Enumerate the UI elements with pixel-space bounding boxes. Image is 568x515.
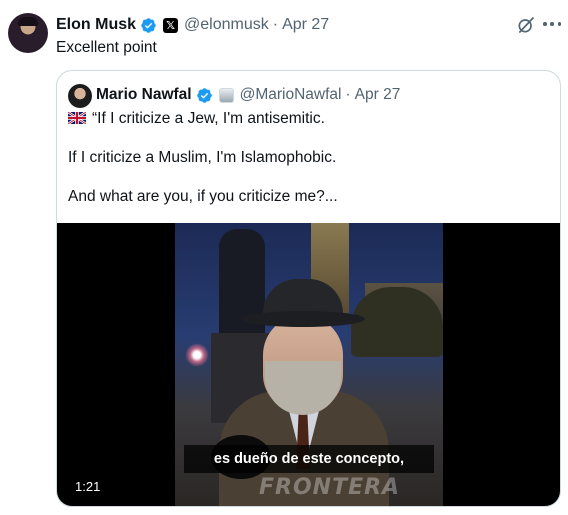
avatar[interactable] — [8, 13, 48, 53]
video-subtitle: es dueño de este concepto, — [184, 445, 434, 473]
verified-icon — [196, 87, 212, 103]
video-player[interactable]: FRONTERA es dueño de este concepto, 1:21 — [57, 223, 560, 506]
tweet-date[interactable]: Apr 27 — [282, 16, 329, 34]
quoted-date[interactable]: Apr 27 — [355, 86, 401, 104]
uk-flag-icon — [68, 112, 86, 124]
quoted-avatar[interactable] — [68, 84, 92, 108]
quoted-line-2: If I criticize a Muslim, I'm Islamophobi… — [68, 149, 337, 166]
author-handle[interactable]: @elonmusk — [184, 16, 269, 34]
quoted-line-3: And what are you, if you criticize me?..… — [68, 188, 338, 205]
quoted-author-name[interactable]: Mario Nawfal — [96, 86, 192, 104]
video-watermark: FRONTERA — [259, 475, 401, 500]
more-icon[interactable] — [543, 14, 561, 34]
affiliate-badge-icon — [218, 87, 234, 103]
quoted-handle[interactable]: @MarioNawfal — [240, 86, 342, 104]
tweet-header: Elon Musk 𝕏 @elonmusk · Apr 27 — [56, 14, 329, 36]
quoted-tweet[interactable]: Mario Nawfal @MarioNawfal · Apr 27 “If I… — [56, 70, 561, 507]
video-duration: 1:21 — [69, 476, 107, 496]
author-name[interactable]: Elon Musk — [56, 16, 136, 34]
x-affiliate-icon: 𝕏 — [163, 17, 179, 33]
verified-icon — [141, 17, 156, 33]
quoted-line-1: “If I criticize a Jew, I'm antisemitic. — [68, 109, 325, 129]
quoted-header: Mario Nawfal @MarioNawfal · Apr 27 — [96, 84, 400, 106]
grok-icon[interactable] — [516, 15, 536, 35]
separator: · — [272, 16, 279, 33]
quoted-line-text: “If I criticize a Jew, I'm antisemitic. — [92, 110, 325, 127]
tweet-text: Excellent point — [56, 39, 157, 56]
separator: · — [345, 86, 351, 103]
